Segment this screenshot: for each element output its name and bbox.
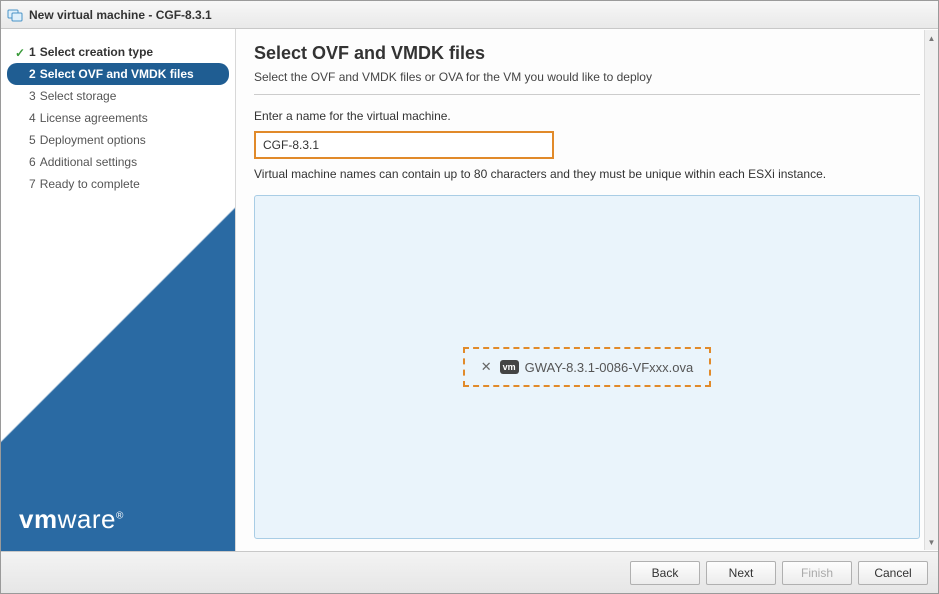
wizard-step-4[interactable]: ✓4License agreements	[1, 107, 235, 129]
wizard-step-2[interactable]: ✓2Select OVF and VMDK files	[7, 63, 229, 85]
footer: Back Next Finish Cancel	[1, 551, 938, 593]
check-icon: ✓	[15, 46, 27, 58]
step-number: 4	[29, 111, 36, 125]
wizard-step-1[interactable]: ✓1 Select creation type	[1, 41, 235, 63]
window-title: New virtual machine - CGF-8.3.1	[29, 8, 212, 22]
name-field-label: Enter a name for the virtual machine.	[254, 109, 920, 123]
file-name: GWAY-8.3.1-0086-VFxxx.ova	[525, 360, 694, 375]
wizard-sidebar: ✓1 Select creation type✓2 Select OVF and V…	[1, 29, 236, 551]
vm-icon	[7, 7, 23, 23]
name-hint: Virtual machine names can contain up to …	[254, 167, 920, 181]
scroll-up-icon[interactable]: ▲	[925, 30, 938, 46]
titlebar: New virtual machine - CGF-8.3.1	[1, 1, 938, 29]
scroll-down-icon[interactable]: ▼	[925, 534, 938, 550]
dialog-window: New virtual machine - CGF-8.3.1 ✓1 Select…	[0, 0, 939, 594]
vmware-logo: vmware®	[19, 504, 124, 535]
step-number: 5	[29, 133, 36, 147]
page-heading: Select OVF and VMDK files	[254, 43, 920, 64]
file-chip: ✕ vm GWAY-8.3.1-0086-VFxxx.ova	[463, 347, 712, 387]
scrollbar[interactable]: ▲ ▼	[924, 30, 938, 550]
file-type-badge: vm	[500, 360, 519, 374]
step-number: 1	[29, 45, 36, 59]
divider	[254, 94, 920, 95]
step-label: Deployment options	[40, 133, 146, 147]
file-dropzone[interactable]: ✕ vm GWAY-8.3.1-0086-VFxxx.ova	[254, 195, 920, 539]
step-label: Select creation type	[40, 45, 153, 59]
back-button[interactable]: Back	[630, 561, 700, 585]
page-subtitle: Select the OVF and VMDK files or OVA for…	[254, 70, 920, 84]
remove-file-icon[interactable]: ✕	[481, 359, 492, 375]
wizard-step-5[interactable]: ✓5Deployment options	[1, 129, 235, 151]
next-button[interactable]: Next	[706, 561, 776, 585]
finish-button[interactable]: Finish	[782, 561, 852, 585]
step-number: 3	[29, 89, 36, 103]
wizard-step-3[interactable]: ✓3Select storage	[1, 85, 235, 107]
sidebar-decoration	[1, 166, 235, 486]
step-label: License agreements	[40, 111, 148, 125]
main-panel: Select OVF and VMDK files Select the OVF…	[236, 29, 938, 551]
vm-name-input[interactable]	[254, 131, 554, 159]
step-label: Select storage	[40, 89, 117, 103]
step-number: 2	[29, 67, 36, 81]
step-label: Select OVF and VMDK files	[40, 67, 194, 81]
cancel-button[interactable]: Cancel	[858, 561, 928, 585]
